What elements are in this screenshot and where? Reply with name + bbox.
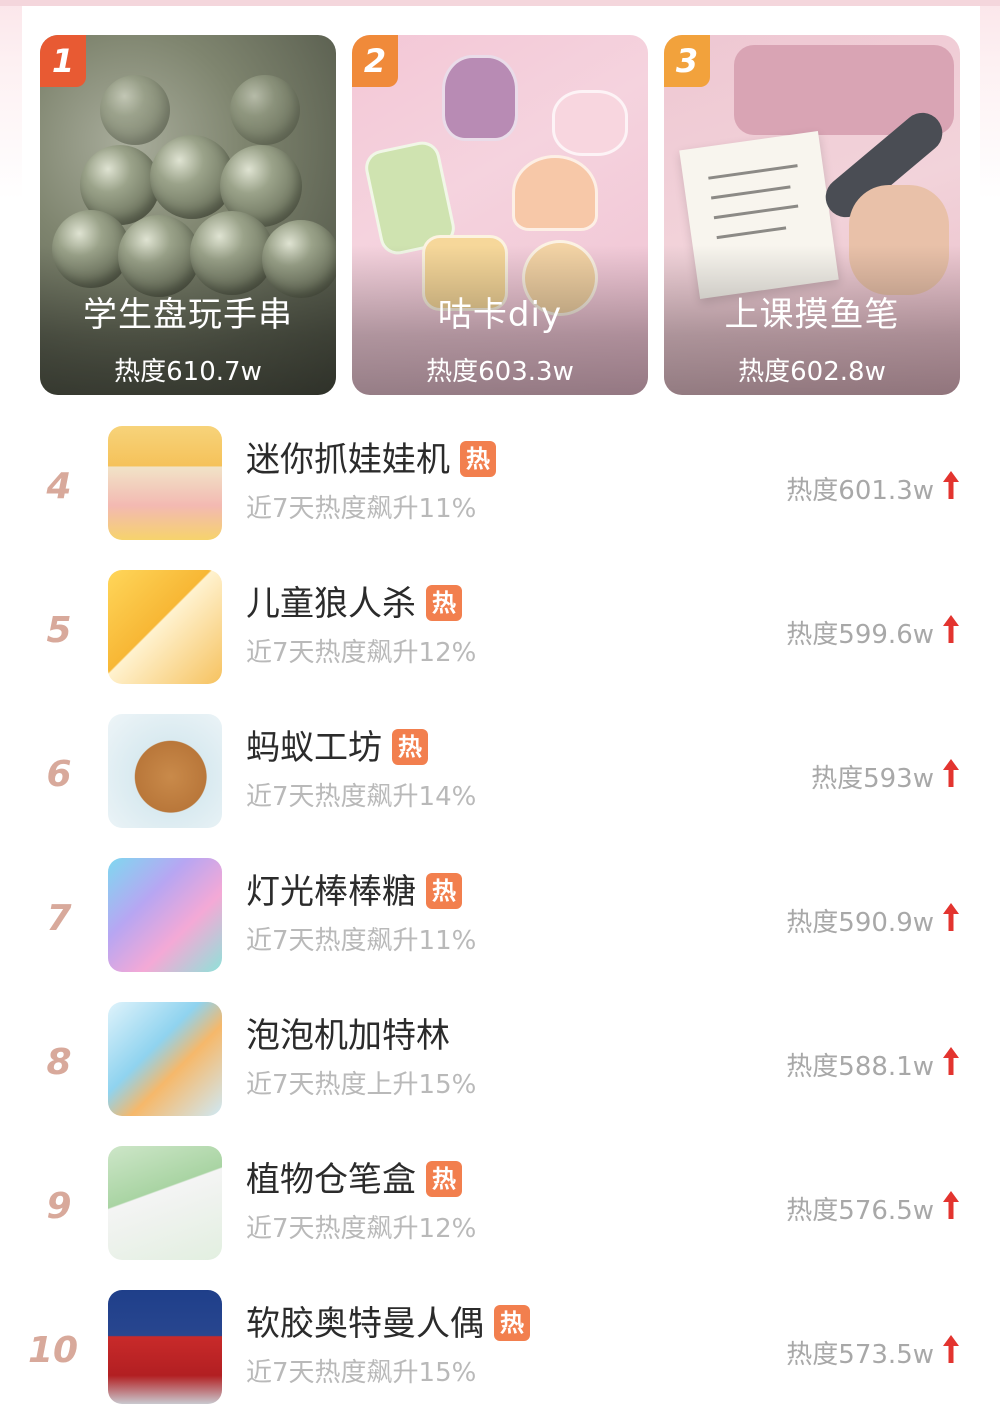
item-name: 灯光棒棒糖热 — [246, 864, 462, 913]
rank-badge: 3 — [664, 35, 710, 87]
up-arrow-icon — [943, 1191, 959, 1219]
top-tile-3[interactable]: 3 上课摸鱼笔 热度602.8w — [664, 35, 960, 395]
heat-value: 热度593w — [811, 764, 934, 794]
list-item[interactable]: 7 灯光棒棒糖热 近7天热度飙升11% 热度590.9w — [0, 858, 1000, 978]
heat-value: 热度590.9w — [786, 908, 934, 938]
heat-value: 热度573.5w — [786, 1340, 934, 1370]
bead-image — [230, 75, 300, 145]
rank-number: 10 — [27, 1330, 79, 1371]
heat-value: 热度601.3w — [786, 476, 934, 506]
sticker-image — [512, 155, 598, 231]
up-arrow-icon — [943, 759, 959, 787]
rank-number: 8 — [46, 1042, 72, 1083]
hot-badge: 热 — [460, 441, 496, 477]
trend-text: 近7天热度飙升14% — [246, 782, 477, 812]
heat-value: 热度576.5w — [786, 1196, 934, 1226]
up-arrow-icon — [943, 1335, 959, 1363]
up-arrow-icon — [943, 1047, 959, 1075]
tile-title: 上课摸鱼笔 — [724, 295, 900, 335]
tile-title: 咕卡diy — [437, 295, 563, 335]
thumbnail-claw-machine — [108, 426, 222, 540]
item-name: 蚂蚁工坊热 — [246, 720, 428, 769]
trend-text: 近7天热度飙升12% — [246, 1214, 477, 1244]
thumbnail-plant-pencil-case — [108, 1146, 222, 1260]
trend-text: 近7天热度飙升11% — [246, 926, 477, 956]
list-item[interactable]: 4 迷你抓娃娃机热 近7天热度飙升11% 热度601.3w — [0, 426, 1000, 546]
thumbnail-bubble-gun — [108, 1002, 222, 1116]
trend-text: 近7天热度上升15% — [246, 1070, 477, 1100]
trend-text: 近7天热度飙升15% — [246, 1358, 477, 1388]
rank-number: 7 — [46, 898, 72, 939]
hot-badge: 热 — [426, 873, 462, 909]
list-item[interactable]: 6 蚂蚁工坊热 近7天热度飙升14% 热度593w — [0, 714, 1000, 834]
sticker-image — [552, 90, 628, 156]
rank-number: 4 — [46, 466, 72, 507]
tile-heat: 热度602.8w — [738, 357, 886, 387]
rank-number: 9 — [46, 1186, 72, 1227]
thumbnail-ultraman-figures — [108, 1290, 222, 1404]
hot-badge: 热 — [494, 1305, 530, 1341]
top-tile-2[interactable]: 2 咕卡diy 热度603.3w — [352, 35, 648, 395]
hot-badge: 热 — [392, 729, 428, 765]
item-name: 儿童狼人杀热 — [246, 576, 462, 625]
list-item[interactable]: 8 泡泡机加特林 近7天热度上升15% 热度588.1w — [0, 1002, 1000, 1122]
item-name: 植物仓笔盒热 — [246, 1152, 462, 1201]
bead-image — [100, 75, 170, 145]
trend-text: 近7天热度飙升12% — [246, 638, 477, 668]
item-name: 泡泡机加特林 — [246, 1016, 450, 1056]
rank-number: 5 — [46, 610, 72, 651]
up-arrow-icon — [943, 471, 959, 499]
list-item[interactable]: 10 软胶奥特曼人偶热 近7天热度飙升15% 热度573.5w — [0, 1290, 1000, 1410]
rank-badge: 2 — [352, 35, 398, 87]
thumbnail-ant-farm — [108, 714, 222, 828]
list-item[interactable]: 5 儿童狼人杀热 近7天热度飙升12% 热度599.6w — [0, 570, 1000, 690]
up-arrow-icon — [943, 903, 959, 931]
up-arrow-icon — [943, 615, 959, 643]
item-name: 软胶奥特曼人偶热 — [246, 1296, 530, 1345]
tile-title: 学生盘玩手串 — [83, 295, 293, 335]
item-name: 迷你抓娃娃机热 — [246, 432, 496, 481]
heat-value: 热度588.1w — [786, 1052, 934, 1082]
rank-number: 6 — [46, 754, 72, 795]
list-item[interactable]: 9 植物仓笔盒热 近7天热度飙升12% 热度576.5w — [0, 1146, 1000, 1266]
hot-badge: 热 — [426, 1161, 462, 1197]
tile-heat: 热度603.3w — [426, 357, 574, 387]
tile-heat: 热度610.7w — [114, 357, 262, 387]
top-tile-1[interactable]: 1 学生盘玩手串 热度610.7w — [40, 35, 336, 395]
hot-badge: 热 — [426, 585, 462, 621]
heat-value: 热度599.6w — [786, 620, 934, 650]
thumbnail-werewolf-game — [108, 570, 222, 684]
sticker-image — [442, 55, 518, 141]
thumbnail-light-lollipop — [108, 858, 222, 972]
rank-badge: 1 — [40, 35, 86, 87]
trend-text: 近7天热度飙升11% — [246, 494, 477, 524]
